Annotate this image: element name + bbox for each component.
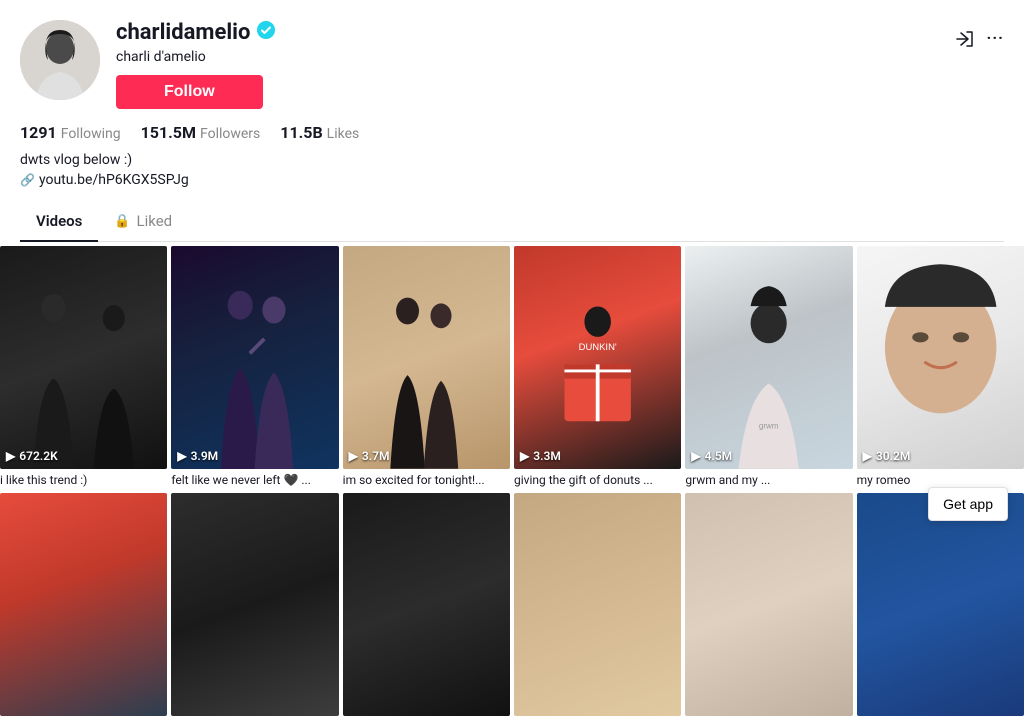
video-item[interactable]: ▶3.7M im so excited for tonight!...	[343, 246, 510, 489]
video-view-count: ▶672.2K	[6, 449, 58, 463]
username: charlidamelio	[116, 20, 250, 45]
get-app-button[interactable]: Get app	[928, 487, 1008, 521]
play-icon: ▶	[177, 449, 186, 463]
tabs-row: Videos 🔒 Liked	[20, 202, 1004, 242]
video-item[interactable]	[343, 493, 510, 716]
video-view-count: ▶3.7M	[349, 449, 390, 463]
play-icon: ▶	[863, 449, 872, 463]
svg-text:DUNKIN': DUNKIN'	[579, 343, 617, 354]
header-actions: ···	[953, 20, 1004, 55]
likes-stat[interactable]: 11.5B Likes	[280, 123, 359, 142]
video-view-count: ▶3.9M	[177, 449, 218, 463]
play-icon: ▶	[349, 449, 358, 463]
lock-icon: 🔒	[114, 214, 130, 229]
video-title: i like this trend :)	[0, 469, 167, 489]
video-item[interactable]: DUNKIN' ▶3.3M giving the gift of donuts .…	[514, 246, 681, 489]
more-options-icon[interactable]: ···	[987, 28, 1004, 47]
following-stat[interactable]: 1291 Following	[20, 123, 121, 142]
followers-count: 151.5M	[141, 123, 196, 142]
profile-link-text: youtu.be/hP6KGX5SPJg	[39, 172, 189, 188]
tab-liked-label: Liked	[137, 212, 173, 230]
video-view-count: ▶4.5M	[691, 449, 732, 463]
play-icon: ▶	[6, 449, 15, 463]
play-icon: ▶	[520, 449, 529, 463]
tab-videos-label: Videos	[36, 212, 82, 230]
followers-label: Followers	[200, 126, 260, 142]
following-count: 1291	[20, 123, 57, 142]
video-view-count: ▶30.2M	[863, 449, 911, 463]
tab-videos[interactable]: Videos	[20, 202, 98, 242]
video-item[interactable]: ▶672.2K i like this trend :)	[0, 246, 167, 489]
follow-button[interactable]: Follow	[116, 75, 263, 109]
avatar	[20, 20, 100, 100]
display-name: charli d'amelio	[116, 49, 937, 65]
bio: dwts vlog below :)	[20, 152, 1004, 168]
profile-info: charlidamelio charli d'amelio Follow	[116, 20, 937, 109]
followers-stat[interactable]: 151.5M Followers	[141, 123, 261, 142]
profile-header: charlidamelio charli d'amelio Follow	[20, 20, 1004, 109]
video-item[interactable]: ▶30.2Mmy romeo	[857, 246, 1024, 489]
video-item[interactable]	[685, 493, 852, 716]
following-label: Following	[61, 126, 121, 142]
video-title: grwm and my ...	[685, 469, 852, 489]
share-icon[interactable]	[953, 28, 975, 55]
video-item[interactable]	[171, 493, 338, 716]
video-item[interactable]	[857, 493, 1024, 716]
profile-link[interactable]: 🔗 youtu.be/hP6KGX5SPJg	[20, 172, 1004, 188]
video-title: giving the gift of donuts ...	[514, 469, 681, 489]
verified-icon	[256, 20, 276, 45]
tab-liked[interactable]: 🔒 Liked	[98, 202, 188, 242]
video-view-count: ▶3.3M	[520, 449, 561, 463]
video-title: felt like we never left 🖤 ...	[171, 469, 338, 489]
videos-grid: ▶672.2K i like this trend :) ▶3.9M felt li…	[0, 242, 1024, 720]
likes-count: 11.5B	[280, 123, 322, 142]
play-icon: ▶	[691, 449, 700, 463]
video-item[interactable]	[514, 493, 681, 716]
video-item[interactable]: grwm ▶4.5M grwm and my ...	[685, 246, 852, 489]
video-title: im so excited for tonight!...	[343, 469, 510, 489]
video-item[interactable]	[0, 493, 167, 716]
svg-text:grwm: grwm	[759, 422, 779, 431]
stats-row: 1291 Following 151.5M Followers 11.5B Li…	[20, 123, 1004, 142]
link-icon: 🔗	[20, 173, 35, 187]
username-row: charlidamelio	[116, 20, 937, 45]
video-item[interactable]: ▶3.9M felt like we never left 🖤 ...	[171, 246, 338, 489]
likes-label: Likes	[327, 126, 360, 142]
profile-section: charlidamelio charli d'amelio Follow	[0, 0, 1024, 242]
